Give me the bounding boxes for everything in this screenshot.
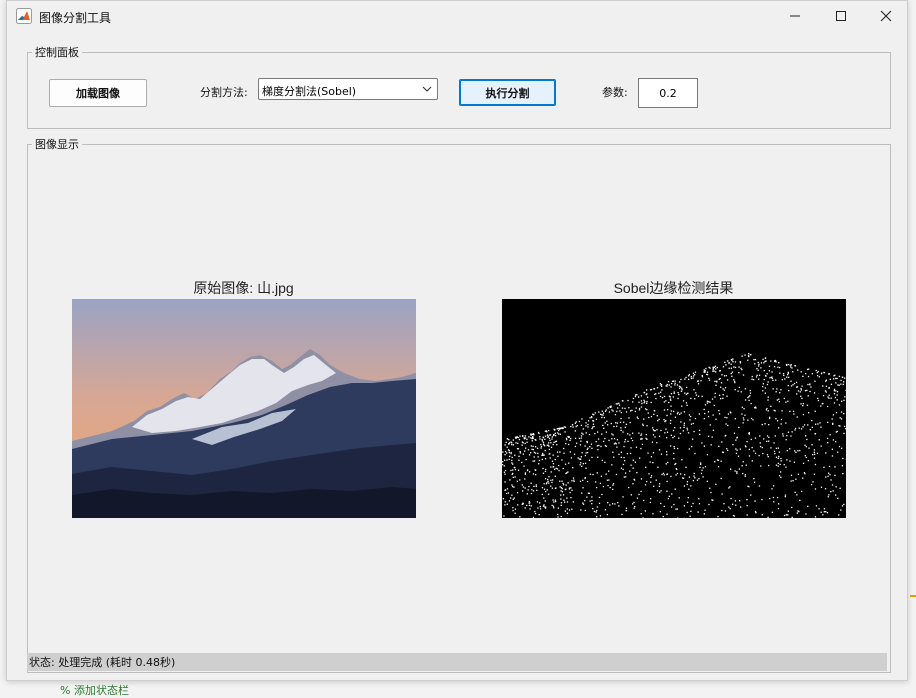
control-panel-legend: 控制面板 [32, 44, 82, 60]
original-image-title: 原始图像: 山.jpg [71, 278, 416, 298]
param-label: 参数: [602, 84, 628, 100]
edge-result-title: Sobel边缘检测结果 [501, 278, 846, 298]
maximize-icon [835, 10, 847, 22]
edge-result-image [502, 299, 846, 518]
close-button[interactable] [863, 1, 909, 31]
minimize-icon [789, 10, 801, 22]
matlab-icon [16, 8, 32, 24]
method-select[interactable]: 梯度分割法(Sobel) [258, 78, 438, 100]
image-display-legend: 图像显示 [32, 136, 82, 152]
window-title: 图像分割工具 [39, 9, 111, 26]
method-label: 分割方法: [200, 84, 248, 100]
load-image-button[interactable]: 加载图像 [49, 79, 147, 107]
maximize-button[interactable] [818, 1, 864, 31]
title-bar[interactable]: 图像分割工具 [7, 1, 907, 31]
original-image [72, 299, 416, 518]
run-segmentation-button[interactable]: 执行分割 [459, 79, 556, 106]
app-window: 图像分割工具 控制面板 加载图像 分割方法: 梯度分割法(Sobel) 执行分割 [6, 0, 908, 681]
status-bar: 状态: 处理完成 (耗时 0.48秒) [27, 653, 887, 671]
close-icon [880, 10, 892, 22]
chevron-down-icon [421, 83, 433, 95]
minimize-button[interactable] [772, 1, 818, 31]
status-text: 状态: 处理完成 (耗时 0.48秒) [29, 654, 175, 670]
param-input[interactable]: 0.2 [638, 78, 698, 108]
background-marker [910, 595, 916, 597]
method-select-value: 梯度分割法(Sobel) [262, 83, 356, 99]
background-editor-text: % 添加状态栏 [60, 682, 129, 698]
